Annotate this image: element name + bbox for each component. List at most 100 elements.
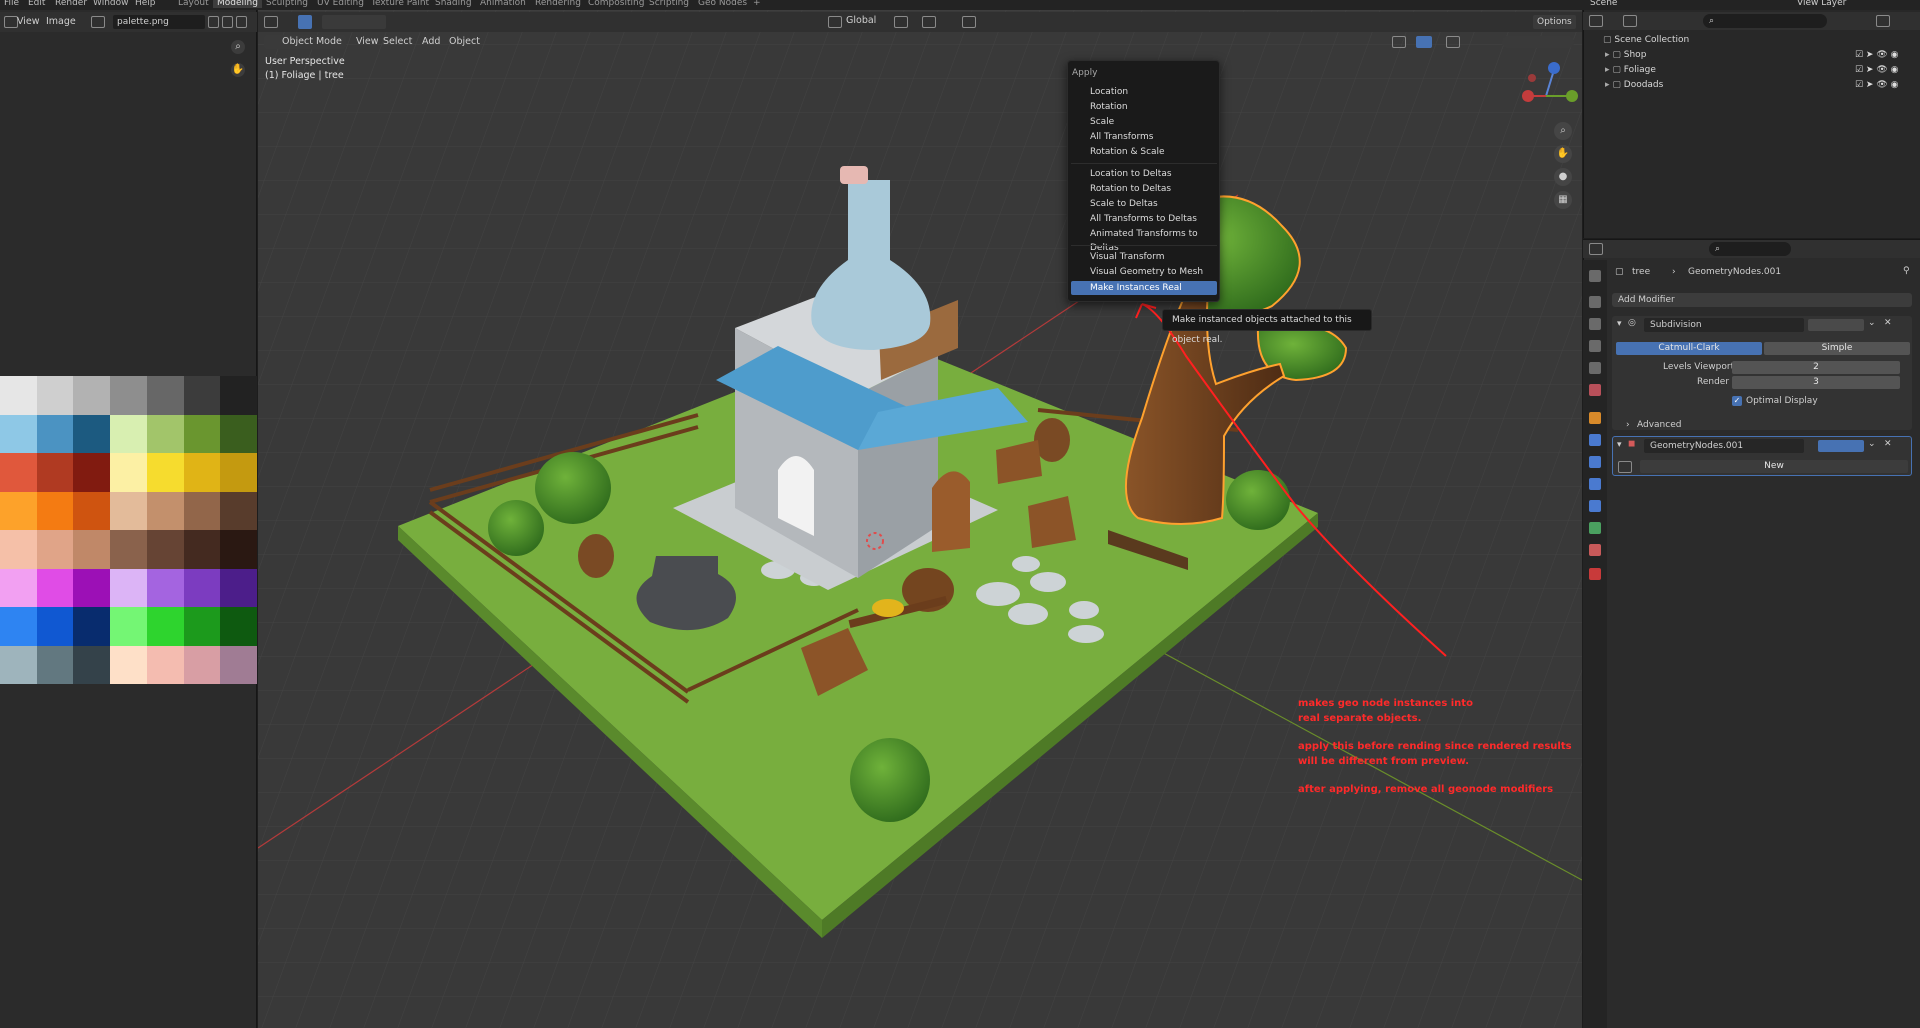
tab-texture-paint[interactable]: Texture Paint (367, 0, 433, 8)
menu-render[interactable]: Render (55, 0, 87, 8)
properties-search-input[interactable]: ⌕ (1709, 242, 1791, 256)
menu-edit[interactable]: Edit (28, 0, 45, 8)
modifier-toggle-icons[interactable] (1808, 319, 1864, 331)
texture-tab-icon[interactable] (1589, 568, 1601, 580)
modifier-name-field[interactable]: Subdivision (1644, 318, 1804, 332)
menu-item-scale-to-deltas[interactable]: Scale to Deltas (1071, 197, 1217, 211)
tab-scripting[interactable]: Scripting (645, 0, 693, 8)
view-layer-tab-icon[interactable] (1589, 340, 1601, 352)
pivot-point-icon[interactable] (894, 16, 908, 28)
mode-dropdown[interactable]: Object Mode (264, 35, 346, 49)
tool-tab-icon[interactable] (1589, 270, 1601, 282)
tab-compositing[interactable]: Compositing (584, 0, 648, 8)
tab-uv-editing[interactable]: UV Editing (313, 0, 368, 8)
image-name-field[interactable]: palette.png (113, 15, 205, 29)
selection-mode-icons[interactable] (322, 15, 386, 29)
material-tab-icon[interactable] (1589, 544, 1601, 556)
levels-viewport-field[interactable]: 2 (1732, 361, 1900, 374)
zoom-icon[interactable]: ⌕ (231, 40, 245, 54)
menu-item-location-to-deltas[interactable]: Location to Deltas (1071, 167, 1217, 181)
close-icon[interactable]: ✕ (1884, 318, 1892, 328)
pin-icon[interactable]: ⚲ (1903, 266, 1910, 276)
gizmo-neg-x-circle[interactable] (1528, 74, 1536, 82)
add-modifier-dropdown[interactable]: Add Modifier (1612, 293, 1912, 307)
menu-item-rotation[interactable]: Rotation (1071, 100, 1217, 114)
catmull-clark-tab[interactable]: Catmull-Clark (1616, 342, 1762, 355)
simple-tab[interactable]: Simple (1764, 342, 1910, 355)
view-layer-selector[interactable]: View Layer (1797, 0, 1846, 8)
menu-item-location[interactable]: Location (1071, 85, 1217, 99)
snap-icon[interactable] (922, 16, 936, 28)
modifier-dropdown-icon[interactable]: ⌄ (1868, 439, 1876, 449)
collection-row-foliage[interactable]: ▸ ▢ Foliage ☑ ➤ 👁 ◉ (1595, 63, 1915, 77)
outliner-editor-type-icon[interactable] (1589, 15, 1603, 27)
properties-editor-type-icon[interactable] (1589, 243, 1603, 255)
add-workspace-button[interactable]: + (749, 0, 765, 8)
tab-modeling[interactable]: Modeling (213, 0, 262, 8)
scene-tab-icon[interactable] (1589, 362, 1601, 374)
node-group-browse-icon[interactable] (1618, 461, 1632, 473)
tab-layout[interactable]: Layout (174, 0, 213, 8)
menu-object[interactable]: Object (445, 35, 484, 49)
display-mode-icon[interactable] (1623, 15, 1637, 27)
advanced-expand-icon[interactable]: › (1626, 420, 1630, 430)
hand-pan-icon[interactable]: ✋ (231, 63, 245, 77)
pan-hand-icon[interactable]: ✋ (1554, 145, 1572, 163)
modifier-toggle-icons[interactable] (1818, 440, 1864, 452)
object-tab-icon[interactable] (1589, 412, 1601, 424)
tab-animation[interactable]: Animation (476, 0, 530, 8)
menu-item-visual-geometry-to-mesh[interactable]: Visual Geometry to Mesh (1071, 265, 1217, 279)
tab-rendering[interactable]: Rendering (531, 0, 585, 8)
camera-icon[interactable]: ● (1554, 168, 1572, 186)
modifier-name-field[interactable]: GeometryNodes.001 (1644, 439, 1804, 453)
modifier-dropdown-icon[interactable]: ⌄ (1868, 318, 1876, 328)
gizmo-z-circle[interactable] (1548, 62, 1560, 74)
viewport-editor-type-icon[interactable] (264, 16, 278, 28)
menu-item-rotation-to-deltas[interactable]: Rotation to Deltas (1071, 182, 1217, 196)
menu-item-scale[interactable]: Scale (1071, 115, 1217, 129)
3d-viewport[interactable] (258, 10, 1582, 1028)
menu-item-all-transforms-to-deltas[interactable]: All Transforms to Deltas (1071, 212, 1217, 226)
output-tab-icon[interactable] (1589, 318, 1601, 330)
proportional-edit-icon[interactable] (962, 16, 976, 28)
menu-item-visual-transform[interactable]: Visual Transform (1071, 250, 1217, 264)
collapse-arrow-icon[interactable]: ▾ (1617, 440, 1622, 450)
menu-item-rotation-scale[interactable]: Rotation & Scale (1071, 145, 1217, 159)
menu-view[interactable]: View (352, 35, 383, 49)
outliner-search-input[interactable]: ⌕ (1703, 14, 1827, 28)
gizmo-y-circle[interactable] (1566, 90, 1578, 102)
transform-orientation-dropdown[interactable]: Global (846, 15, 876, 26)
menu-select[interactable]: Select (379, 35, 416, 49)
grid-perspective-icon[interactable]: ▦ (1554, 191, 1572, 209)
collection-row-shop[interactable]: ▸ ▢ Shop ☑ ➤ 👁 ◉ (1595, 48, 1915, 62)
collapse-arrow-icon[interactable]: ▾ (1617, 319, 1622, 329)
menu-file[interactable]: File (4, 0, 19, 8)
tab-shading[interactable]: Shading (431, 0, 476, 8)
menu-item-all-transforms[interactable]: All Transforms (1071, 130, 1217, 144)
visibility-icon[interactable] (1392, 36, 1406, 48)
tab-sculpting[interactable]: Sculpting (262, 0, 312, 8)
constraints-tab-icon[interactable] (1589, 500, 1601, 512)
advanced-subpanel[interactable]: Advanced (1637, 420, 1681, 430)
new-node-group-button[interactable]: New (1640, 460, 1908, 473)
modifier-tab-icon[interactable] (1589, 434, 1601, 446)
particles-tab-icon[interactable] (1589, 456, 1601, 468)
shading-mode-icons[interactable] (1502, 36, 1574, 48)
options-dropdown[interactable]: Options (1533, 15, 1576, 29)
close-icon[interactable]: ✕ (1884, 439, 1892, 449)
zoom-icon[interactable]: ⌕ (1554, 122, 1572, 140)
image-browse-icon[interactable] (91, 16, 105, 28)
world-tab-icon[interactable] (1589, 384, 1601, 396)
collection-row-doodads[interactable]: ▸ ▢ Doodads ☑ ➤ 👁 ◉ (1595, 78, 1915, 92)
menu-window[interactable]: Window (93, 0, 129, 8)
menu-view[interactable]: View (17, 16, 40, 27)
scene-selector[interactable]: Scene (1590, 0, 1617, 8)
physics-tab-icon[interactable] (1589, 478, 1601, 490)
render-levels-field[interactable]: 3 (1732, 376, 1900, 389)
editor-type-icon[interactable] (4, 16, 18, 28)
fake-user-icon[interactable] (208, 16, 219, 28)
open-image-icon[interactable] (236, 16, 247, 28)
select-box-tool-icon[interactable] (298, 15, 312, 29)
menu-item-animated-transforms-to-deltas[interactable]: Animated Transforms to Deltas (1071, 227, 1217, 253)
tab-geo-nodes[interactable]: Geo Nodes (694, 0, 751, 8)
